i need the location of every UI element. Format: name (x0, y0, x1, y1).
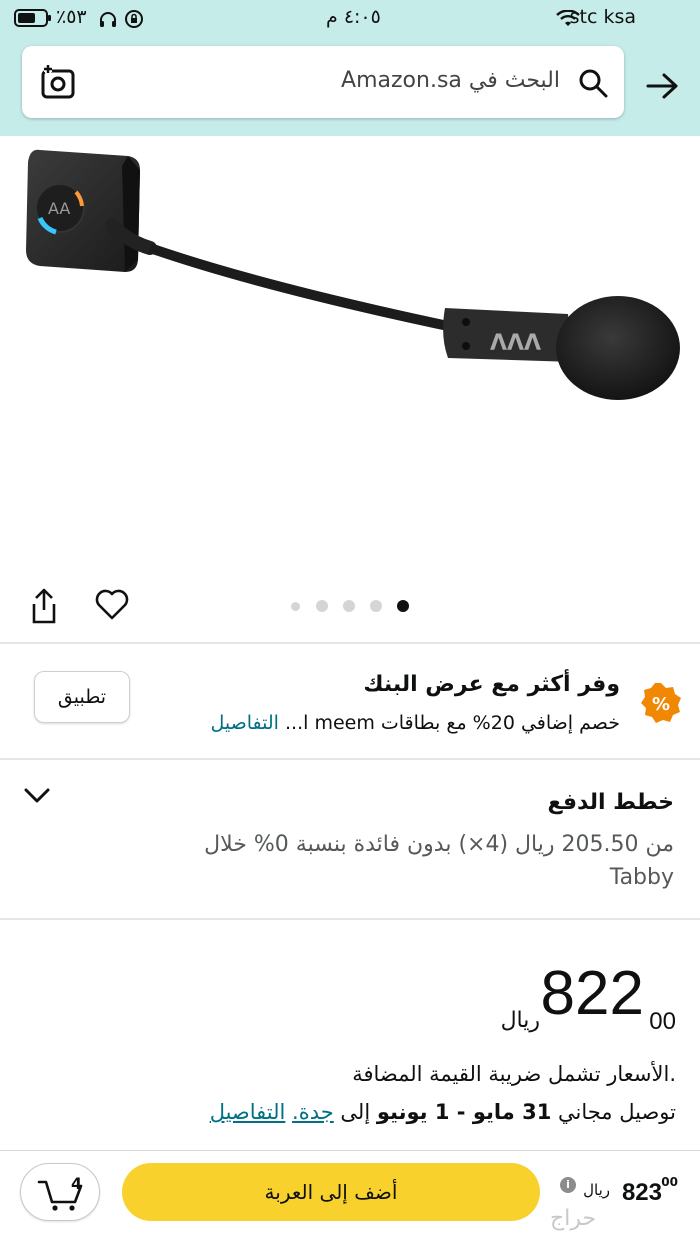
bank-offer-subtitle: خصم إضافي 20% مع بطاقات meem ا... التفاص… (210, 712, 620, 734)
svg-text:ΛΛΛ: ΛΛΛ (490, 331, 541, 356)
bank-offer-details-link[interactable]: التفاصيل (210, 712, 278, 734)
delivery-prefix: توصيل مجاني (558, 1100, 676, 1124)
camera-scan-icon[interactable] (40, 64, 76, 100)
heart-icon[interactable] (94, 588, 130, 622)
gallery-dot[interactable] (316, 600, 328, 612)
watermark: حراج (550, 1206, 597, 1231)
cart-count: 4 (71, 1174, 83, 1193)
delivery-info: توصيل مجاني 31 مايو - 1 يونيو إلى جدة. ا… (210, 1100, 676, 1124)
divider (0, 758, 700, 760)
bottom-price-whole: 823 (621, 1179, 662, 1206)
search-header: البحث في Amazon.sa (0, 38, 700, 136)
gallery-dot[interactable] (343, 600, 355, 612)
headphones-icon (100, 12, 116, 27)
wifi-icon (556, 10, 580, 26)
bottom-price-currency: ريال (583, 1181, 610, 1199)
bottom-price-fraction: 00 (661, 1175, 678, 1189)
vat-note: .الأسعار تشمل ضريبة القيمة المضافة (352, 1062, 676, 1086)
search-box[interactable]: البحث في Amazon.sa (22, 46, 624, 118)
gallery-controls (0, 576, 700, 640)
info-icon[interactable]: i (560, 1177, 576, 1193)
bank-offer-text: خصم إضافي 20% مع بطاقات meem ا... (285, 712, 620, 734)
gallery-dot-active[interactable] (397, 600, 409, 612)
back-arrow-icon[interactable] (646, 72, 680, 100)
divider (0, 918, 700, 920)
percent-symbol: % (652, 694, 670, 715)
price-currency: ريال (500, 1008, 540, 1033)
percent-badge-icon: % (641, 683, 681, 723)
gallery-dot[interactable] (291, 602, 300, 611)
delivery-details-link[interactable]: التفاصيل (210, 1100, 286, 1124)
share-icon[interactable] (28, 588, 60, 624)
status-bar: stc ksa ٤:٠٥ م ٪٥٣ (0, 0, 700, 38)
svg-text:AA: AA (48, 199, 70, 218)
chevron-down-icon[interactable] (24, 786, 50, 806)
search-icon (579, 69, 608, 98)
payment-plans-title: خطط الدفع (547, 790, 674, 815)
battery-percent: ٪٥٣ (56, 6, 87, 28)
add-to-cart-button[interactable]: أضف إلى العربة (122, 1163, 540, 1221)
search-input[interactable]: البحث في Amazon.sa (341, 68, 560, 93)
orientation-lock-icon (125, 10, 143, 28)
delivery-to: إلى (340, 1100, 371, 1124)
payment-plans-text: من 205.50 ريال (4×) بدون فائدة بنسبة 0% … (204, 832, 674, 890)
clock: ٤:٠٥ م (326, 6, 381, 28)
cart-button[interactable]: 4 (20, 1163, 100, 1221)
product-image[interactable]: AA ΛΛΛ (0, 136, 700, 576)
delivery-city-link[interactable]: جدة. (292, 1100, 334, 1124)
price-fraction: 00 (649, 1008, 676, 1035)
bank-offer-title: وفر أكثر مع عرض البنك (363, 672, 620, 697)
divider (0, 642, 700, 644)
delivery-dates: 31 مايو - 1 يونيو (376, 1100, 552, 1124)
battery-icon (14, 9, 51, 27)
microphone-photo: AA ΛΛΛ (26, 149, 680, 400)
apply-offer-button[interactable]: تطبيق (34, 671, 130, 723)
price-whole: 822 (540, 959, 644, 1028)
gallery-dot[interactable] (370, 600, 382, 612)
